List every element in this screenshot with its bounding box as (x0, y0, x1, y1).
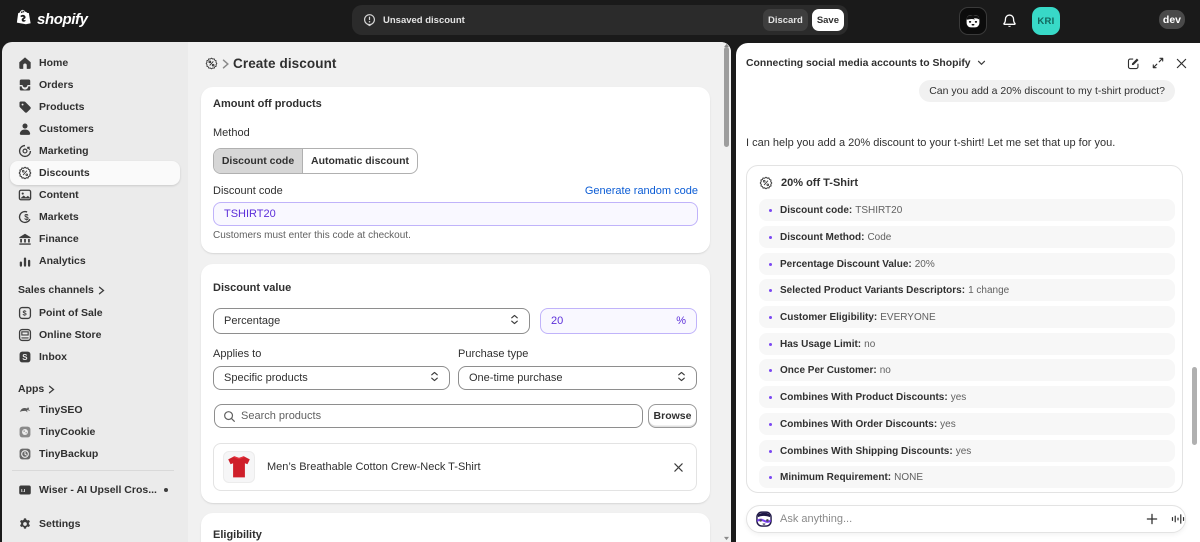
svg-text:$: $ (24, 213, 29, 222)
svg-text:S: S (22, 353, 27, 362)
svg-text:I.I: I.I (21, 488, 26, 494)
svg-text:$: $ (23, 309, 28, 318)
